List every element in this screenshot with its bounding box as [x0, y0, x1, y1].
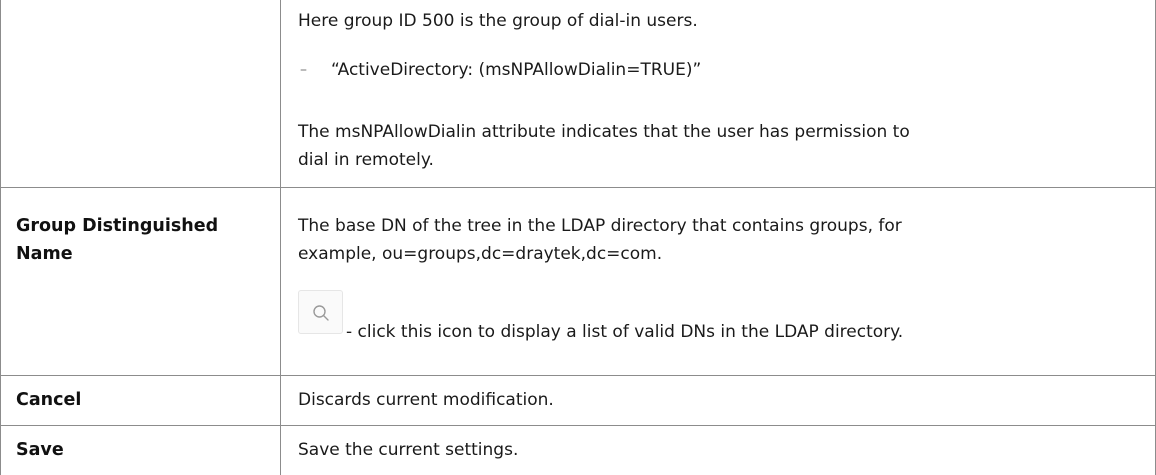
bullet-mark: – [300, 62, 307, 78]
row-divider [0, 187, 1156, 188]
search-button[interactable] [298, 290, 343, 334]
filter-example-text: Here group ID 500 is the group of dial-i… [298, 11, 698, 31]
cancel-description: Discards current modification. [298, 390, 554, 410]
settings-description-table: Here group ID 500 is the group of dial-i… [0, 0, 1156, 475]
row-divider [0, 425, 1156, 426]
term-save: Save [16, 440, 64, 460]
term-group-distinguished-name-line2: Name [16, 244, 73, 264]
bullet-text: “ActiveDirectory: (msNPAllowDialin=TRUE)… [331, 60, 702, 80]
search-icon-note: - click this icon to display a list of v… [346, 322, 904, 342]
table-border-left [0, 0, 1, 475]
attribute-description-line2: dial in remotely. [298, 150, 434, 170]
table-column-divider [280, 0, 281, 475]
group-dn-description-line1: The base DN of the tree in the LDAP dire… [298, 216, 902, 236]
term-cancel: Cancel [16, 390, 82, 410]
term-group-distinguished-name-line1: Group Distinguished [16, 216, 219, 236]
row-divider [0, 375, 1156, 376]
group-dn-description-line2: example, ou=groups,dc=draytek,dc=com. [298, 244, 663, 264]
save-description: Save the current settings. [298, 440, 519, 460]
attribute-description-line1: The msNPAllowDialin attribute indicates … [298, 122, 910, 142]
